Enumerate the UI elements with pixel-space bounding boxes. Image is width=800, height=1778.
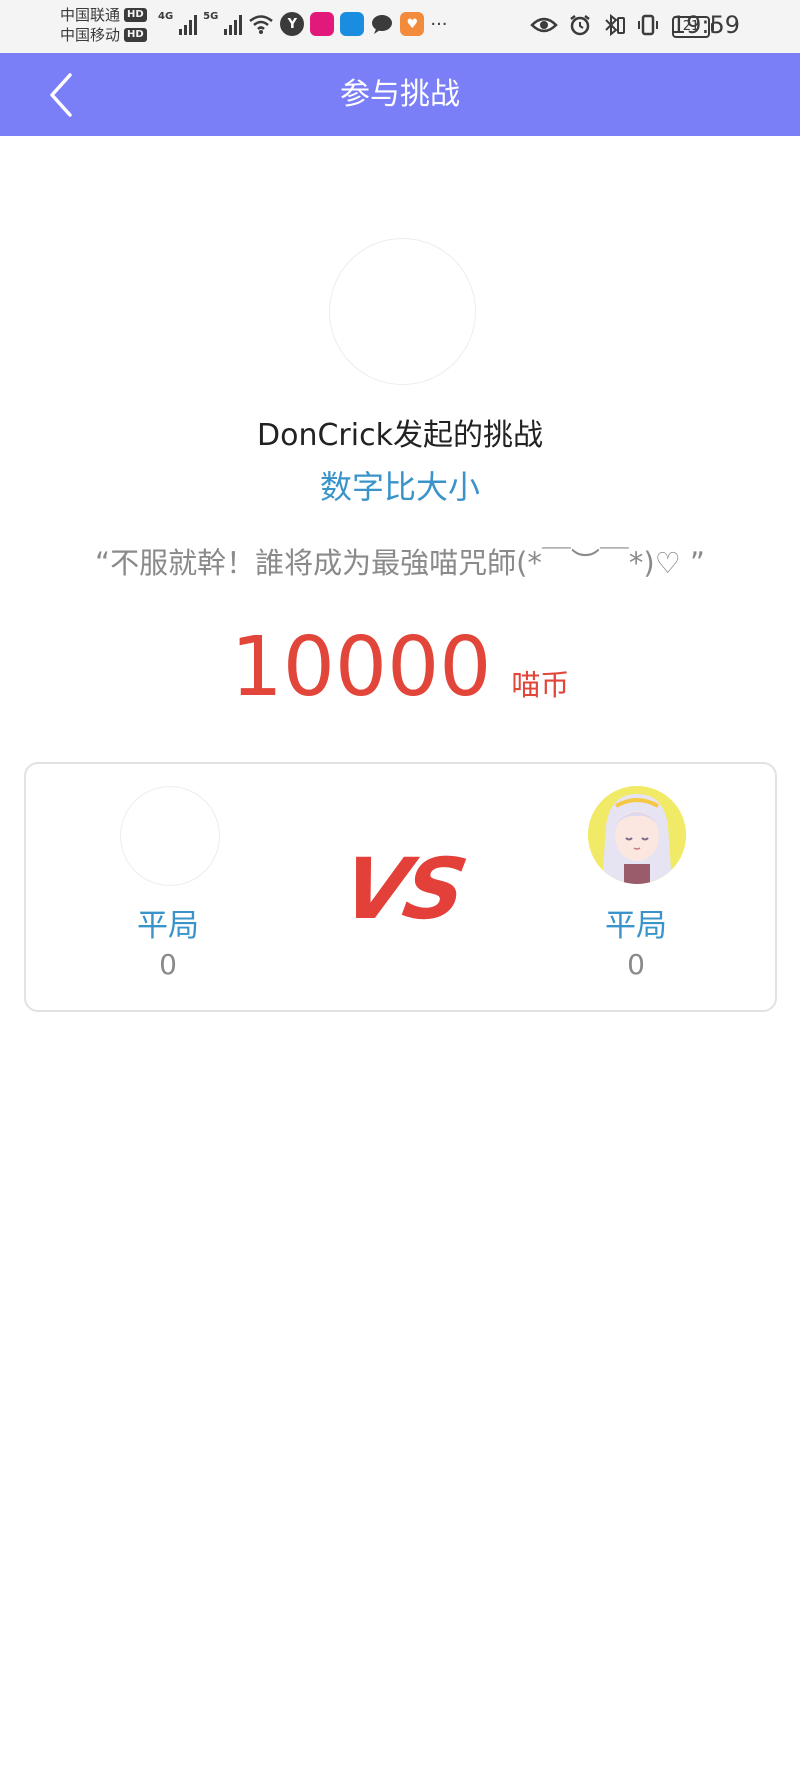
stake-unit: 喵币 [511, 668, 570, 702]
carrier-2: 中国移动 [60, 26, 121, 44]
hd-badge: HD [124, 8, 147, 22]
hd-badge: HD [124, 28, 147, 42]
signal-bars-icon [224, 13, 243, 35]
app-heart-icon: ♥ [400, 12, 425, 36]
eye-icon [530, 17, 558, 33]
chat-bubble-icon [372, 15, 393, 34]
anime-girl-avatar-image [588, 786, 686, 884]
game-name-link[interactable]: 数字比大小 [0, 462, 800, 508]
network-type-1: 4G [158, 10, 174, 22]
system-icons [530, 13, 660, 37]
app-pink-icon [310, 12, 335, 36]
left-player-result: 平局 [137, 908, 199, 944]
challenge-quote: “不服就幹！誰将成为最強喵咒師(*￣︶￣*)♡ ” [95, 546, 705, 580]
right-player-score: 0 [627, 948, 645, 981]
right-player-result: 平局 [605, 908, 667, 944]
right-player-avatar[interactable] [588, 786, 686, 884]
clock: 19:59 [670, 11, 740, 39]
stake: 10000 喵币 [0, 620, 800, 715]
wifi-icon [249, 15, 274, 34]
app-y-icon: Y [280, 12, 305, 36]
signal-bars-icon [179, 13, 198, 35]
versus-card: 平局 0 VS 平局 0 [24, 762, 777, 1012]
carrier-1: 中国联通 [60, 6, 121, 24]
stake-amount: 10000 [230, 620, 492, 715]
initiator-text: DonCrick发起的挑战 [257, 418, 543, 453]
bluetooth-battery-icon [605, 13, 625, 37]
app-blue-icon [340, 12, 365, 36]
network-type-2: 5G [203, 10, 219, 22]
title-bar: 参与挑战 [0, 53, 800, 136]
vibrate-icon [638, 14, 658, 36]
challenger-avatar[interactable] [329, 238, 476, 385]
left-player-avatar[interactable] [120, 786, 220, 886]
page-title: 参与挑战 [340, 77, 460, 112]
left-player-score: 0 [159, 948, 177, 981]
carrier-info: 中国联通 HD 中国移动 HD [60, 5, 147, 45]
alarm-icon [570, 15, 590, 36]
more-notifications-icon: ··· [430, 13, 448, 35]
status-bar: 中国联通 HD 中国移动 HD 4G 5G Y ♥ ··· 21 19:59 [0, 0, 800, 53]
vs-label: VS [335, 840, 471, 938]
signal-icons: 4G 5G Y ♥ ··· [158, 10, 448, 36]
